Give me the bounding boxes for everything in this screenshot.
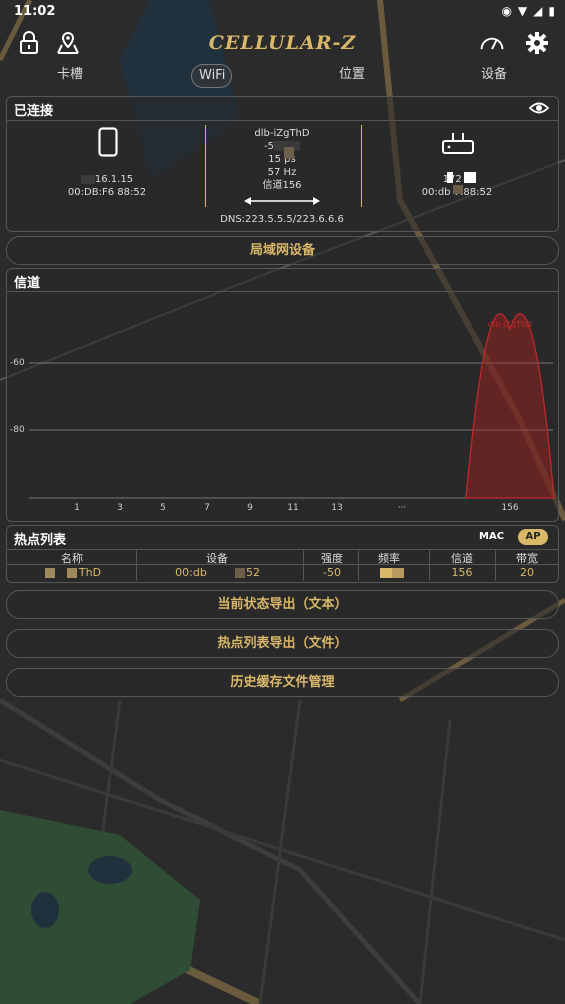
column-divider (358, 550, 359, 581)
hotspot-card: 热点列表 MAC AP 名称 设备 强度 频率 信道 带宽 ThD 00:db … (6, 525, 559, 583)
phone-info: 16.1.15 00:DB:F6 88:52 (47, 173, 167, 199)
x-tick-label: 7 (204, 503, 210, 513)
speedometer-icon[interactable] (479, 30, 505, 56)
x-tick-label: 9 (247, 503, 253, 513)
link-arrow-icon (244, 197, 320, 205)
phone-ip: 16.1.15 (94, 174, 134, 185)
row-device-prefix: 00:db (175, 566, 207, 579)
connected-card: 已连接 16.1.15 00:DB:F6 88:52 dlb-iZgThD -5… (6, 96, 559, 232)
channel-chart: dlb-iZgThD (29, 313, 555, 499)
ap-toggle[interactable]: AP (518, 529, 548, 545)
ap-freq: 57 Hz (267, 167, 297, 178)
mac-toggle[interactable]: MAC (479, 531, 504, 542)
x-tick-label: 5 (160, 503, 166, 513)
column-divider (303, 550, 304, 581)
row-strength: -50 (323, 566, 341, 579)
tab-bar: 卡槽 WiFi 位置 设备 (0, 60, 565, 90)
status-bar: 11:02 ◉ ▼ ◢ ▮ (0, 0, 565, 24)
eye-icon[interactable] (529, 101, 549, 115)
x-tick-label: 13 (331, 503, 343, 513)
redaction-mark (464, 172, 476, 183)
tab-wifi[interactable]: WiFi (191, 64, 232, 88)
ap-signal-curve (465, 313, 555, 499)
column-divider (429, 550, 430, 581)
redaction-mark (45, 568, 55, 578)
column-divider (136, 550, 137, 581)
ap-channel: 信道156 (262, 180, 302, 191)
redaction-mark (392, 568, 404, 578)
channel-card: 信道 -60 -80 dlb-iZgThD 1 3 5 7 9 11 13 ··… (6, 268, 559, 522)
tab-sim[interactable]: 卡槽 (50, 64, 90, 86)
row-device-suffix: 52 (246, 566, 260, 579)
redaction-mark (284, 147, 294, 159)
x-tick-label: 1 (74, 503, 80, 513)
x-tick-label: 11 (287, 503, 299, 513)
location-status-icon: ◉ (501, 4, 512, 18)
router-icon (442, 133, 474, 154)
connected-title: 已连接 (14, 104, 54, 119)
signal-status-icon: ◢ (533, 4, 543, 18)
cache-file-manager-button[interactable]: 历史缓存文件管理 (6, 668, 559, 697)
status-time: 11:02 (14, 4, 56, 19)
status-icons: ◉ ▼ ◢ ▮ (501, 4, 555, 18)
phone-mac: 00:DB:F6 88:52 (67, 187, 147, 198)
export-hotspot-list-button[interactable]: 热点列表导出（文件） (6, 629, 559, 658)
phone-icon (98, 127, 118, 157)
card-divider (7, 120, 558, 121)
tab-device[interactable]: 设备 (474, 64, 514, 86)
ap-info: dlb-iZgThD -5 15 ps 57 Hz 信道156 (222, 127, 342, 192)
ap-ssid: dlb-iZgThD (254, 128, 310, 139)
row-bandwidth: 20 (520, 566, 534, 579)
x-tick-label: ··· (397, 503, 407, 513)
hotspot-title: 热点列表 (14, 533, 67, 548)
divider-right (361, 125, 362, 207)
x-tick-label: 156 (501, 503, 519, 513)
column-divider (495, 550, 496, 581)
dns-info: DNS:223.5.5.5/223.6.6.6 (220, 214, 344, 225)
divider-left (205, 125, 206, 207)
redaction-mark (447, 172, 453, 183)
x-tick-label: 3 (117, 503, 123, 513)
row-name: ThD (78, 566, 102, 579)
tab-location[interactable]: 位置 (332, 64, 372, 86)
curve-label: dlb-iZgThD (488, 320, 532, 329)
ap-rssi: -5 (264, 141, 274, 152)
wifi-status-icon: ▼ (517, 4, 528, 18)
battery-status-icon: ▮ (548, 4, 555, 18)
gear-icon[interactable] (524, 30, 550, 56)
row-channel: 156 (451, 566, 473, 579)
lan-devices-button[interactable]: 局域网设备 (6, 236, 559, 265)
redaction-mark (453, 185, 463, 194)
top-bar: CELLULAR-Z (0, 24, 565, 60)
table-header-divider (7, 564, 558, 565)
redaction-mark (380, 568, 392, 578)
export-status-text-button[interactable]: 当前状态导出（文本） (6, 590, 559, 619)
